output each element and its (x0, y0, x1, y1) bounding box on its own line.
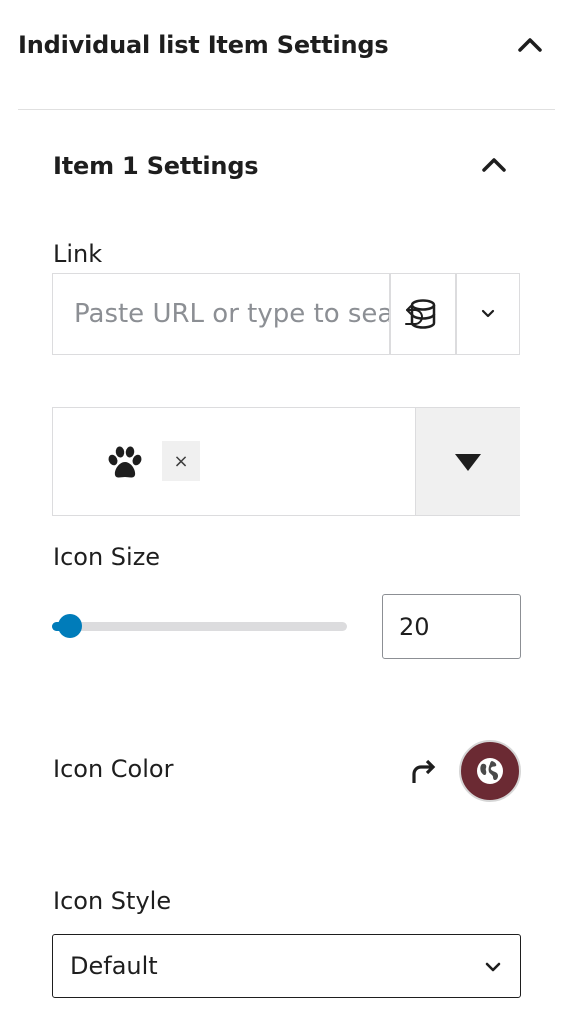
dynamic-data-button[interactable] (391, 274, 455, 354)
icon-picker[interactable]: × (52, 407, 520, 516)
redo-arrow-icon[interactable] (407, 755, 441, 789)
chevron-up-icon[interactable] (476, 150, 512, 182)
database-icon (410, 299, 436, 329)
link-control (52, 273, 520, 355)
link-label: Link (53, 240, 103, 268)
icon-size-slider-track[interactable] (52, 622, 347, 631)
chevron-down-icon (481, 309, 495, 318)
icon-style-select[interactable]: Default (52, 934, 521, 998)
icon-size-label: Icon Size (53, 543, 161, 571)
icon-style-value: Default (70, 952, 158, 980)
icon-picker-toggle[interactable] (415, 408, 520, 515)
remove-icon-button[interactable]: × (162, 441, 200, 481)
link-url-input[interactable] (53, 274, 390, 354)
icon-size-slider-thumb[interactable] (57, 614, 82, 638)
divider (18, 109, 555, 110)
chevron-down-icon (485, 962, 501, 972)
paw-icon (108, 446, 142, 478)
globe-icon (477, 758, 503, 784)
chevron-up-icon[interactable] (512, 30, 548, 62)
panel-title: Individual list Item Settings (18, 31, 389, 59)
icon-color-label: Icon Color (53, 755, 174, 783)
icon-style-label: Icon Style (53, 887, 172, 915)
icon-color-swatch[interactable] (459, 740, 521, 802)
item-settings-title[interactable]: Item 1 Settings (53, 152, 259, 180)
panel-header[interactable]: Individual list Item Settings (0, 0, 586, 110)
icon-size-input[interactable] (382, 594, 521, 659)
caret-down-icon (455, 453, 481, 471)
link-options-button[interactable] (457, 274, 519, 354)
